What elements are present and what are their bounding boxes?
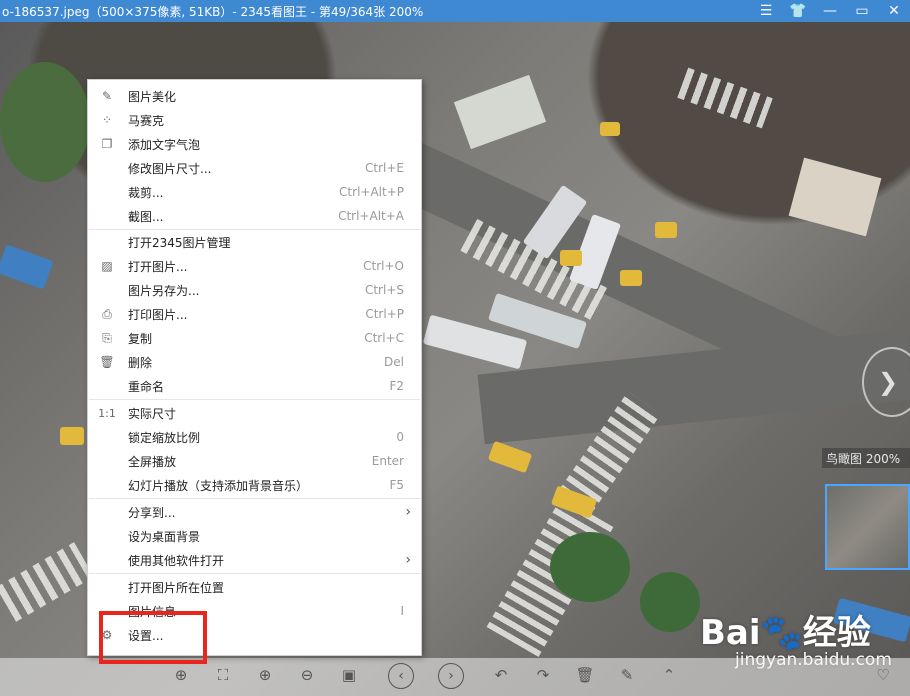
menu-separator — [89, 399, 420, 400]
menu-item-share[interactable]: 分享到... › — [88, 500, 421, 524]
menu-item-set-wallpaper[interactable]: 设为桌面背景 — [88, 524, 421, 548]
close-icon[interactable]: ✕ — [878, 0, 910, 22]
more-icon[interactable]: ⌃ — [658, 664, 680, 686]
chevron-right-icon: › — [405, 504, 411, 520]
bubble-icon: ❐ — [101, 137, 113, 151]
zoom-out-icon[interactable]: ⊖ — [296, 664, 318, 686]
zoom-in-icon[interactable]: ⊕ — [254, 664, 276, 686]
previous-icon[interactable]: ‹ — [388, 663, 414, 689]
delete-icon[interactable]: 🗑 — [574, 664, 596, 686]
rotate-left-icon[interactable]: ↶ — [490, 664, 512, 686]
menu-item-rename[interactable]: 重命名 F2 — [88, 374, 421, 398]
menu-item-fullscreen[interactable]: 全屏播放 Enter — [88, 449, 421, 473]
copy-icon: ⎘ — [102, 330, 112, 345]
menu-item-open-with[interactable]: 使用其他软件打开 › — [88, 548, 421, 572]
menu-item-lock-zoom[interactable]: 锁定缩放比例 0 — [88, 425, 421, 449]
skin-icon[interactable]: 👕 — [782, 0, 814, 22]
menu-item-text-bubble[interactable]: ❐ 添加文字气泡 — [88, 132, 421, 156]
minimize-icon[interactable]: — — [814, 0, 846, 22]
next-image-arrow[interactable]: ❯ — [862, 347, 910, 417]
menu-item-delete[interactable]: 🗑 删除 Del — [88, 350, 421, 374]
menu-item-screenshot[interactable]: 截图... Ctrl+Alt+A — [88, 204, 421, 228]
edit-icon: ✎ — [101, 89, 113, 103]
actual-size-icon: 1:1 — [98, 406, 116, 420]
window-controls: ☰ 👕 — ▭ ✕ — [750, 0, 910, 22]
menu-item-copy[interactable]: ⎘ 复制 Ctrl+C — [88, 326, 421, 350]
maximize-icon[interactable]: ▭ — [846, 0, 878, 22]
favorite-icon[interactable]: ♡ — [872, 664, 894, 686]
next-icon[interactable]: › — [438, 663, 464, 689]
birdview-label: 鸟瞰图 200% — [822, 448, 910, 468]
baidu-watermark: Bai🐾经验 — [700, 613, 871, 653]
menu-item-resize[interactable]: 修改图片尺寸... Ctrl+E — [88, 156, 421, 180]
birdview-thumbnail[interactable] — [825, 484, 910, 570]
menu-icon[interactable]: ☰ — [750, 0, 782, 22]
menu-item-crop[interactable]: 裁剪... Ctrl+Alt+P — [88, 180, 421, 204]
menu-item-open-manager[interactable]: 打开2345图片管理 — [88, 230, 421, 254]
image-icon: ▨ — [101, 259, 113, 273]
rotate-right-icon[interactable]: ↷ — [532, 664, 554, 686]
highlight-box — [99, 611, 207, 664]
title-bar: o-186537.jpeg（500×375像素, 51KB）- 2345看图王 … — [0, 0, 910, 22]
rotate-view-icon[interactable]: ⊕ — [170, 664, 192, 686]
menu-item-open-image[interactable]: ▨ 打开图片... Ctrl+O — [88, 254, 421, 278]
chevron-right-icon: › — [405, 552, 411, 568]
menu-item-print[interactable]: ⎙ 打印图片... Ctrl+P — [88, 302, 421, 326]
fit-window-icon[interactable]: ⛶ — [212, 664, 234, 686]
context-menu: ✎ 图片美化 ⁘ 马赛克 ❐ 添加文字气泡 修改图片尺寸... Ctrl+E 裁… — [87, 79, 422, 656]
menu-item-slideshow[interactable]: 幻灯片播放（支持添加背景音乐） F5 — [88, 473, 421, 497]
menu-separator — [89, 573, 420, 574]
print-icon: ⎙ — [102, 306, 112, 321]
menu-item-open-location[interactable]: 打开图片所在位置 — [88, 575, 421, 599]
menu-item-beautify[interactable]: ✎ 图片美化 — [88, 84, 421, 108]
menu-item-save-as[interactable]: 图片另存为... Ctrl+S — [88, 278, 421, 302]
edit-icon[interactable]: ✎ — [616, 664, 638, 686]
menu-item-actual-size[interactable]: 1:1 实际尺寸 — [88, 401, 421, 425]
menu-item-mosaic[interactable]: ⁘ 马赛克 — [88, 108, 421, 132]
menu-separator — [89, 498, 420, 499]
window-title: o-186537.jpeg（500×375像素, 51KB）- 2345看图王 … — [2, 4, 424, 19]
mosaic-icon: ⁘ — [101, 113, 113, 127]
trash-icon: 🗑 — [99, 355, 115, 369]
slideshow-icon[interactable]: ▣ — [338, 664, 360, 686]
